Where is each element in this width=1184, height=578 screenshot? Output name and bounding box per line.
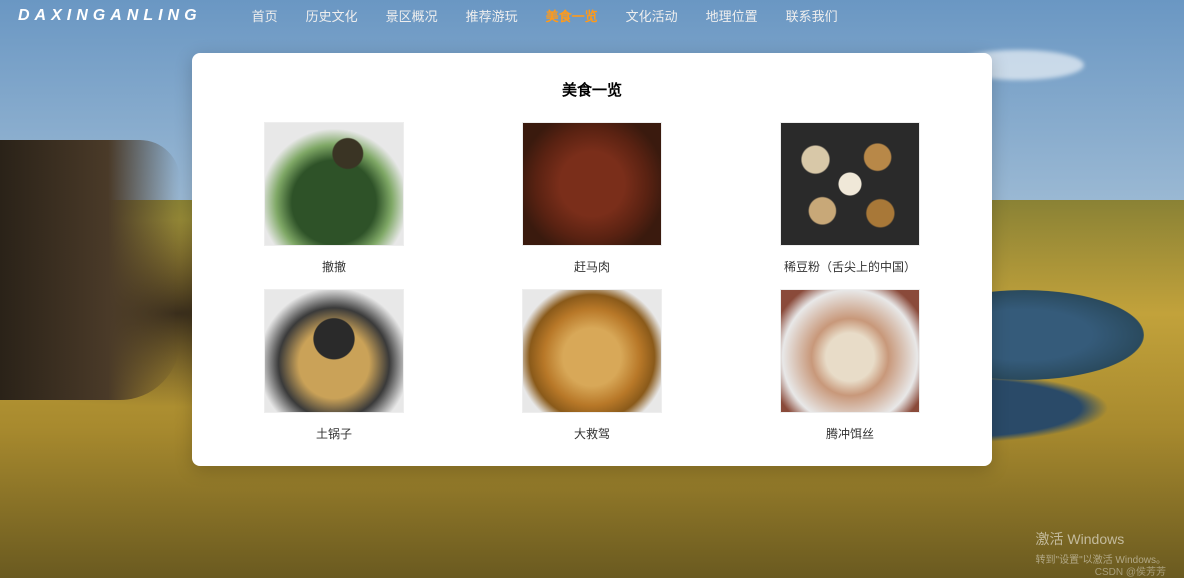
- food-item[interactable]: 赶马肉: [522, 122, 662, 275]
- nav-item-2[interactable]: 景区概况: [386, 6, 438, 25]
- nav-item-4[interactable]: 美食一览: [546, 6, 598, 25]
- food-image: [780, 122, 920, 246]
- food-image: [522, 122, 662, 246]
- food-item[interactable]: 大救驾: [522, 289, 662, 442]
- food-grid: 撤撤 赶马肉 稀豆粉（舌尖上的中国） 土锅子 大救驾 腾冲饵丝: [222, 122, 962, 442]
- nav-item-0[interactable]: 首页: [252, 6, 278, 25]
- food-label: 稀豆粉（舌尖上的中国）: [784, 258, 916, 275]
- food-item[interactable]: 撤撤: [264, 122, 404, 275]
- food-image: [522, 289, 662, 413]
- nav-item-3[interactable]: 推荐游玩: [466, 6, 518, 25]
- windows-activation-watermark: 激活 Windows 转到"设置"以激活 Windows。: [1036, 529, 1166, 566]
- food-label: 土锅子: [316, 425, 352, 442]
- csdn-watermark: CSDN @侯芳芳: [1095, 563, 1166, 578]
- site-logo: DAXINGANLING: [10, 7, 202, 25]
- nav-item-7[interactable]: 联系我们: [786, 6, 838, 25]
- content-card: 美食一览 撤撤 赶马肉 稀豆粉（舌尖上的中国） 土锅子 大救驾 腾冲饵丝: [192, 53, 992, 466]
- food-item[interactable]: 腾冲饵丝: [780, 289, 920, 442]
- nav-item-6[interactable]: 地理位置: [706, 6, 758, 25]
- food-image: [264, 122, 404, 246]
- food-label: 撤撤: [322, 258, 346, 275]
- nav-item-5[interactable]: 文化活动: [626, 6, 678, 25]
- food-image: [780, 289, 920, 413]
- main-nav: 首页 历史文化 景区概况 推荐游玩 美食一览 文化活动 地理位置 联系我们: [252, 6, 838, 25]
- food-label: 赶马肉: [574, 258, 610, 275]
- top-bar: DAXINGANLING 首页 历史文化 景区概况 推荐游玩 美食一览 文化活动 地理位置 联…: [0, 0, 1184, 31]
- nav-item-1[interactable]: 历史文化: [306, 6, 358, 25]
- card-title: 美食一览: [222, 79, 962, 100]
- food-image: [264, 289, 404, 413]
- watermark-title: 激活 Windows: [1036, 529, 1166, 549]
- food-label: 腾冲饵丝: [826, 425, 874, 442]
- food-item[interactable]: 土锅子: [264, 289, 404, 442]
- food-item[interactable]: 稀豆粉（舌尖上的中国）: [780, 122, 920, 275]
- food-label: 大救驾: [574, 425, 610, 442]
